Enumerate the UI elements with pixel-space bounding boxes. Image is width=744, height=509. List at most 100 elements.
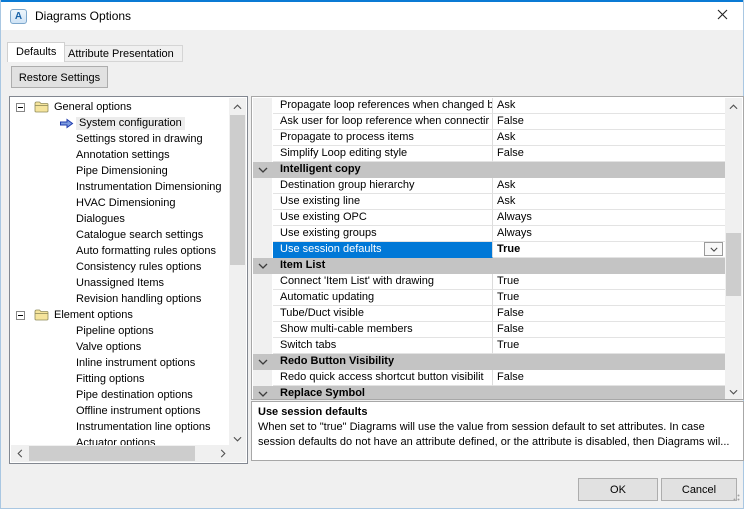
property-name[interactable]: Show multi-cable members [273,322,493,338]
property-name[interactable]: Automatic updating [273,290,493,306]
tree-item-revision-handling-options[interactable]: Revision handling options [11,291,229,307]
tree-item-hvac-dimensioning[interactable]: HVAC Dimensioning [11,195,229,211]
grid-row[interactable]: Show multi-cable members False [253,322,725,338]
grid-row[interactable]: Use existing line Ask [253,194,725,210]
grid-row[interactable]: Switch tabs True [253,338,725,354]
resize-grip-icon[interactable] [731,488,740,506]
section-collapse-area[interactable] [253,162,273,178]
tree-item-label: Inline instrument options [76,357,196,369]
property-value[interactable]: False [493,146,725,162]
grid-row[interactable]: Use existing groups Always [253,226,725,242]
grid-section-row[interactable]: Intelligent copy [253,162,725,178]
grid-row[interactable]: Propagate loop references when changed b… [253,98,725,114]
property-value[interactable]: False [493,306,725,322]
property-name[interactable]: Destination group hierarchy [273,178,493,194]
property-value[interactable]: True [493,290,725,306]
combobox-dropdown-button[interactable] [704,242,723,256]
grid-row[interactable]: Destination group hierarchy Ask [253,178,725,194]
property-value[interactable]: Always [493,210,725,226]
collapse-expander-icon[interactable] [16,310,25,320]
scroll-left-icon[interactable] [11,445,28,462]
restore-settings-button[interactable]: Restore Settings [11,66,108,88]
tree-item-pipe-dimensioning[interactable]: Pipe Dimensioning [11,163,229,179]
section-collapse-area[interactable] [253,354,273,370]
property-name[interactable]: Propagate loop references when changed b [273,98,493,114]
tree-item-consistency-rules-options[interactable]: Consistency rules options [11,259,229,275]
property-value[interactable]: False [493,114,725,130]
tree-item-label: Valve options [76,341,142,353]
grid-row[interactable]: Connect 'Item List' with drawing True [253,274,725,290]
property-name[interactable]: Use session defaults [273,242,493,258]
property-name[interactable]: Ask user for loop reference when connect… [273,114,493,130]
scroll-down-icon[interactable] [725,383,742,399]
property-value[interactable]: False [493,322,725,338]
scroll-up-icon[interactable] [229,98,246,115]
tree-item-catalogue-search-settings[interactable]: Catalogue search settings [11,227,229,243]
tree-item-system-configuration[interactable]: System configuration [11,115,229,131]
tree-item-annotation-settings[interactable]: Annotation settings [11,147,229,163]
scrollbar-thumb[interactable] [29,446,195,461]
grid-row[interactable]: Redo quick access shortcut button visibi… [253,370,725,386]
tree-item-auto-formatting-rules-options[interactable]: Auto formatting rules options [11,243,229,259]
grid-row[interactable]: Use existing OPC Always [253,210,725,226]
tree-item-dialogues[interactable]: Dialogues [11,211,229,227]
property-value[interactable]: True [493,274,725,290]
grid-row-selected[interactable]: Use session defaults True [253,242,725,258]
scrollbar-thumb[interactable] [230,115,245,265]
collapse-expander-icon[interactable] [16,102,25,112]
property-value[interactable]: True [493,242,725,258]
tree-item-pipeline-options[interactable]: Pipeline options [11,323,229,339]
tree-hscrollbar[interactable] [11,445,231,462]
property-value[interactable]: Ask [493,98,725,114]
tree-item-settings-stored-in-drawing[interactable]: Settings stored in drawing [11,131,229,147]
grid-row[interactable]: Ask user for loop reference when connect… [253,114,725,130]
tree-item-offline-instrument-options[interactable]: Offline instrument options [11,403,229,419]
property-name[interactable]: Connect 'Item List' with drawing [273,274,493,290]
tree-item-instrumentation-dimensioning[interactable]: Instrumentation Dimensioning [11,179,229,195]
tab-attribute-presentation[interactable]: Attribute Presentation [59,45,183,62]
tree-item-unassigned-items[interactable]: Unassigned Items [11,275,229,291]
property-name[interactable]: Use existing line [273,194,493,210]
section-collapse-area[interactable] [253,258,273,274]
tree-item-label: Annotation settings [76,149,170,161]
property-name[interactable]: Redo quick access shortcut button visibi… [273,370,493,386]
tree-vscrollbar[interactable] [229,98,246,447]
property-value[interactable]: Ask [493,178,725,194]
property-value[interactable]: True [493,338,725,354]
property-value[interactable]: Ask [493,194,725,210]
grid-vscrollbar[interactable] [725,98,742,399]
grid-section-row[interactable]: Redo Button Visibility [253,354,725,370]
property-value[interactable]: Ask [493,130,725,146]
cancel-button[interactable]: Cancel [661,478,737,501]
property-value[interactable]: False [493,370,725,386]
grid-row[interactable]: Tube/Duct visible False [253,306,725,322]
tab-defaults[interactable]: Defaults [7,42,66,62]
diagrams-options-dialog: A Diagrams Options Defaults Attribute Pr… [0,0,744,509]
grid-row[interactable]: Propagate to process items Ask [253,130,725,146]
tree-item-valve-options[interactable]: Valve options [11,339,229,355]
property-value[interactable]: Always [493,226,725,242]
tree-item-general-options[interactable]: General options [11,99,229,115]
titlebar[interactable]: A Diagrams Options [1,2,743,30]
grid-row[interactable]: Automatic updating True [253,290,725,306]
ok-button[interactable]: OK [578,478,658,501]
close-button[interactable] [701,2,743,30]
scroll-up-icon[interactable] [725,98,742,115]
property-name[interactable]: Propagate to process items [273,130,493,146]
tree-item-label: Dialogues [76,213,125,225]
tree-item-element-options[interactable]: Element options [11,307,229,323]
tree-item-pipe-destination-options[interactable]: Pipe destination options [11,387,229,403]
property-name[interactable]: Use existing OPC [273,210,493,226]
tree-item-fitting-options[interactable]: Fitting options [11,371,229,387]
grid-section-row[interactable]: Item List [253,258,725,274]
grid-row[interactable]: Simplify Loop editing style False [253,146,725,162]
property-name[interactable]: Use existing groups [273,226,493,242]
tree-item-inline-instrument-options[interactable]: Inline instrument options [11,355,229,371]
property-name[interactable]: Switch tabs [273,338,493,354]
grid-section-row[interactable]: Replace Symbol [253,386,725,399]
property-name[interactable]: Simplify Loop editing style [273,146,493,162]
property-name[interactable]: Tube/Duct visible [273,306,493,322]
scrollbar-thumb[interactable] [726,233,741,296]
tree-item-instrumentation-line-options[interactable]: Instrumentation line options [11,419,229,435]
section-collapse-area[interactable] [253,386,273,399]
